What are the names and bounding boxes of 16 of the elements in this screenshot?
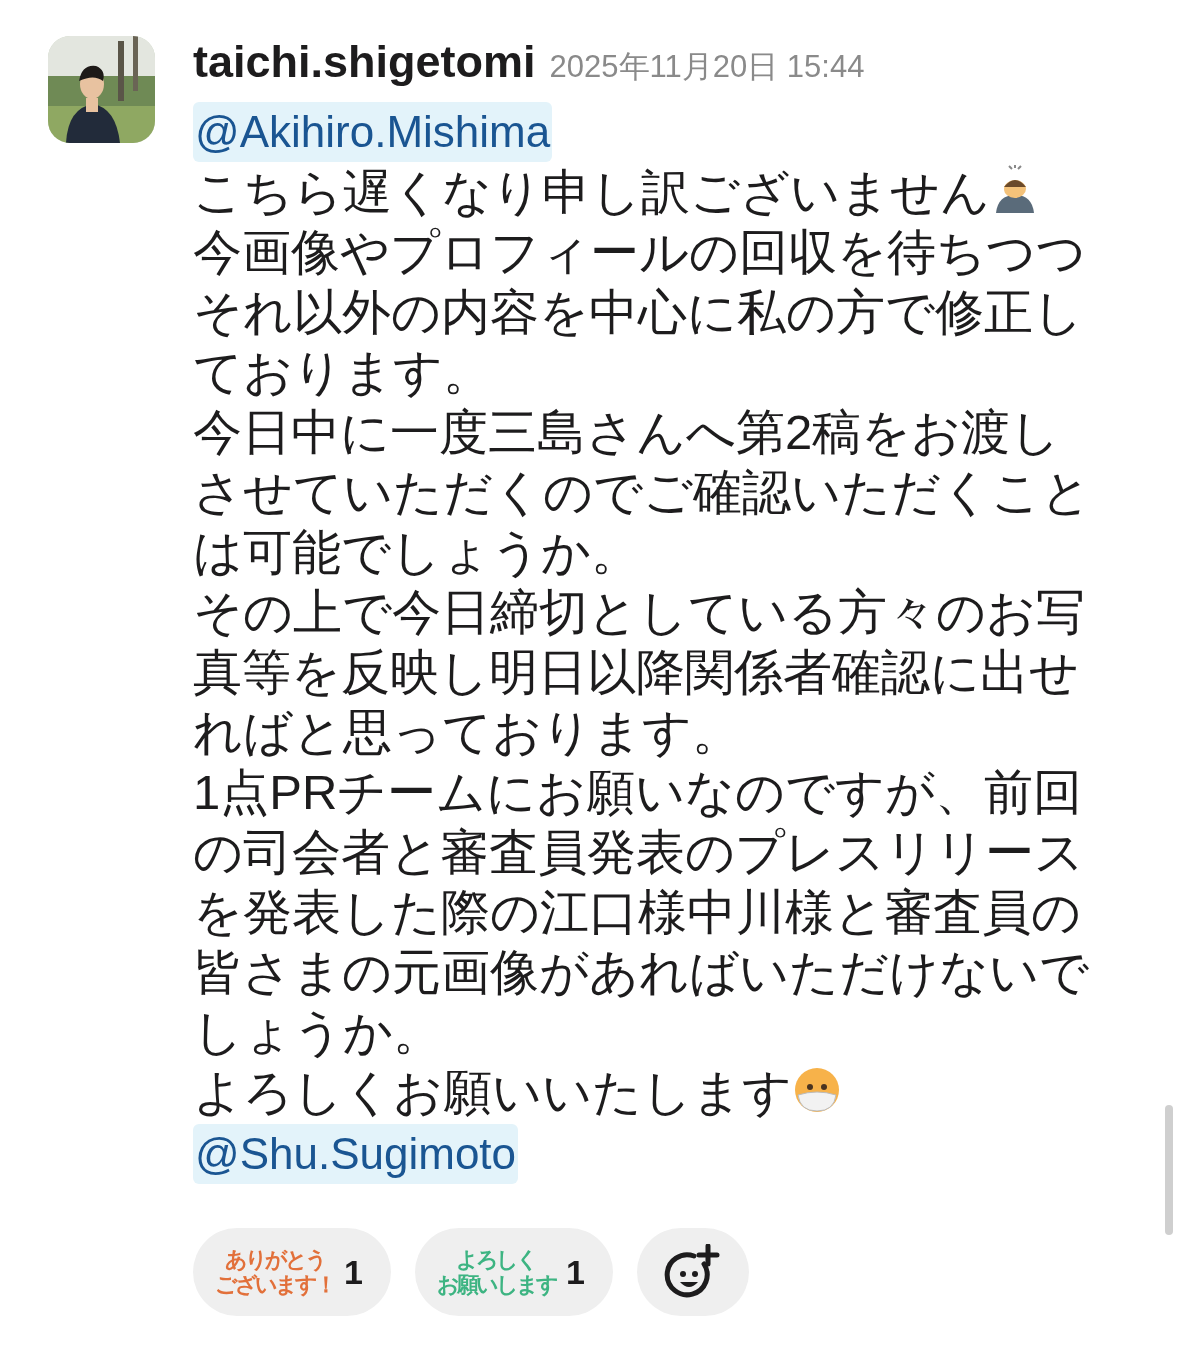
- message-text: よろしくお願いいたします: [193, 1065, 792, 1119]
- message-text: こちら遅くなり申し訳ございません: [193, 165, 990, 219]
- reaction-count: 1: [344, 1252, 363, 1292]
- user-mention[interactable]: @Shu.Sugimoto: [193, 1124, 519, 1184]
- author-name[interactable]: taichi.shigetomi: [193, 36, 536, 88]
- reaction-emoji: よろしく お願いします: [436, 1247, 556, 1297]
- reaction-count: 1: [565, 1252, 585, 1292]
- add-emoji-icon: [663, 1244, 722, 1300]
- reaction-emoji: ありがとう ございます！: [215, 1247, 334, 1297]
- message-text: 1点PRチームにお願いなのですが、前回の司会者と審査員発表のプレスリリースを発表した際の江口様中川様と審査員の皆さまの元画像があればいただけないでしょうか。: [193, 765, 1089, 1059]
- face-with-mask-icon: [792, 1065, 842, 1115]
- message-text: その上で今日締切としている方々のお写真等を反映し明日以降関係者確認に出せればと思っております。: [193, 585, 1085, 759]
- message-text: 今画像やプロフィールの回収を待ちつつそれ以外の内容を中心に私の方で修正しております。: [193, 225, 1086, 399]
- scrollbar-thumb[interactable]: [1165, 1105, 1173, 1235]
- user-mention[interactable]: @Akihiro.Mishima: [193, 102, 553, 162]
- message-text: 今日中に一度三島さんへ第2稿をお渡しさせていただくのでご確認いただくことは可能でしょうか。: [193, 405, 1091, 579]
